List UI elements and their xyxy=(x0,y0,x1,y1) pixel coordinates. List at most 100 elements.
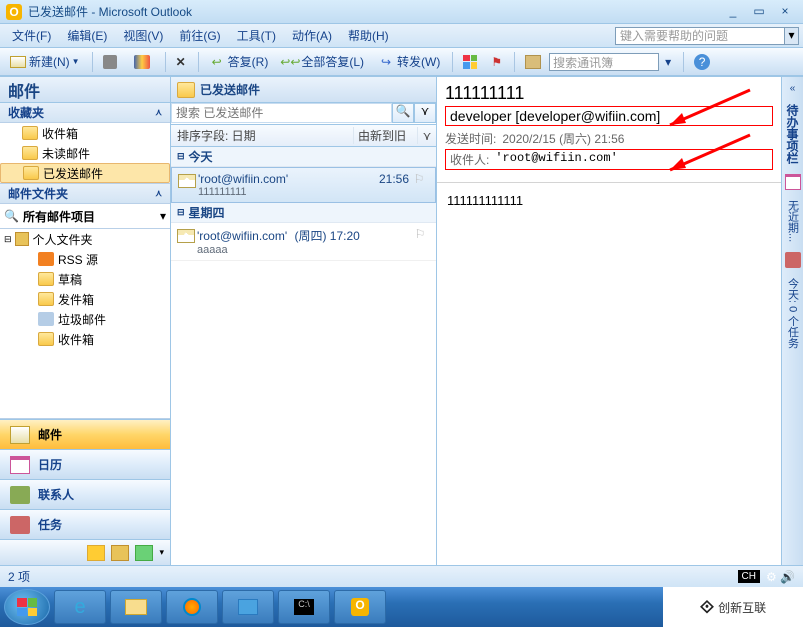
personal-folders[interactable]: ⊟ 个人文件夹 xyxy=(0,229,170,249)
task-mini-icon[interactable] xyxy=(785,252,801,268)
reply-all-icon: ↩↩ xyxy=(282,54,298,70)
search-icon: 🔍 xyxy=(4,209,19,223)
tasks-icon xyxy=(10,516,30,534)
message-row-1[interactable]: 'root@wifiin.com' 111111111 21:56 ⚐ xyxy=(171,167,436,203)
fav-unread[interactable]: 未读邮件 xyxy=(0,143,170,163)
rss-feeds[interactable]: RSS 源 xyxy=(0,249,170,269)
addressbook-icon xyxy=(525,55,541,69)
nav-buttons: 邮件 日历 联系人 任务 ▾ xyxy=(0,419,170,565)
reply-all-button[interactable]: ↩↩全部答复(L) xyxy=(276,51,370,73)
print-button[interactable] xyxy=(97,51,126,73)
group-today[interactable]: ⊟今天 xyxy=(171,147,436,167)
fav-unread-label: 未读邮件 xyxy=(42,145,90,162)
menu-help[interactable]: 帮助(H) xyxy=(340,25,397,46)
todo-bar: « 待办事项栏 无近期... 今天: 0 个任务 xyxy=(781,77,803,565)
nav-contacts-button[interactable]: 联系人 xyxy=(0,479,170,509)
minimize-button[interactable]: _ xyxy=(721,4,745,20)
to-value: 'root@wifiin.com' xyxy=(495,151,617,168)
sort-expand[interactable]: ⋎ xyxy=(418,129,436,143)
reading-from: developer [developer@wifiin.com] xyxy=(445,106,773,126)
taskbar-app1[interactable] xyxy=(222,590,274,624)
configure-buttons[interactable]: ▾ xyxy=(159,547,164,558)
contacts-icon xyxy=(10,486,30,504)
menu-goto[interactable]: 前往(G) xyxy=(171,25,228,46)
maximize-button[interactable]: ▭ xyxy=(747,4,771,20)
notes-shortcut[interactable] xyxy=(87,545,105,561)
forward-button[interactable]: ↪转发(W) xyxy=(372,51,446,73)
all-mail-items[interactable]: 🔍所有邮件项目▾ xyxy=(0,206,170,226)
menu-view[interactable]: 视图(V) xyxy=(115,25,171,46)
message-row-2[interactable]: 'root@wifiin.com' (周四) 17:20 aaaaa ⚐ xyxy=(171,223,436,261)
list-search-input[interactable] xyxy=(171,103,392,123)
reply-button[interactable]: ↩答复(R) xyxy=(203,51,275,73)
junk[interactable]: 垃圾邮件 xyxy=(0,309,170,329)
reply-all-label: 全部答复(L) xyxy=(301,53,364,70)
taskbar-cmd[interactable]: C:\ xyxy=(278,590,330,624)
envelope-icon xyxy=(177,229,195,243)
separator xyxy=(165,52,166,72)
wmp-icon xyxy=(183,598,201,616)
sort-field[interactable]: 排序字段: 日期 xyxy=(171,127,354,144)
msg1-flag[interactable]: ⚐ xyxy=(409,172,429,198)
search-addressbook[interactable]: 搜索通讯簿 xyxy=(549,53,659,71)
list-header: 已发送邮件 xyxy=(171,77,436,103)
start-button[interactable] xyxy=(4,589,50,625)
inbox-folder[interactable]: 收件箱 xyxy=(0,329,170,349)
menu-bar: 文件(F) 编辑(E) 视图(V) 前往(G) 工具(T) 动作(A) 帮助(H… xyxy=(0,24,803,48)
drafts[interactable]: 草稿 xyxy=(0,269,170,289)
msg2-flag[interactable]: ⚐ xyxy=(410,227,430,256)
calendar-mini-icon[interactable] xyxy=(785,174,801,190)
search-dropdown[interactable]: ▾ xyxy=(659,51,677,73)
categories-button[interactable] xyxy=(457,51,483,73)
close-button[interactable]: × xyxy=(773,4,797,20)
taskbar-outlook[interactable]: O xyxy=(334,590,386,624)
ime-indicator[interactable]: CH xyxy=(738,570,760,583)
menu-file[interactable]: 文件(F) xyxy=(4,25,59,46)
new-button[interactable]: 新建(N)▼ xyxy=(4,51,86,73)
separator xyxy=(514,52,515,72)
taskbar-mediaplayer[interactable] xyxy=(166,590,218,624)
help-button[interactable]: ? xyxy=(688,51,716,73)
help-search-box[interactable]: 键入需要帮助的问题 xyxy=(615,27,785,45)
outbox[interactable]: 发件箱 xyxy=(0,289,170,309)
group-thursday[interactable]: ⊟星期四 xyxy=(171,203,436,223)
favorites-header[interactable]: 收藏夹⋏ xyxy=(0,103,170,123)
menu-tools[interactable]: 工具(T) xyxy=(229,25,284,46)
folder-icon xyxy=(38,332,54,346)
flag-button[interactable]: ⚑ xyxy=(485,51,508,73)
envelope-icon xyxy=(178,174,196,188)
nav-tasks-label: 任务 xyxy=(38,516,62,533)
mail-folders-header[interactable]: 邮件文件夹⋏ xyxy=(0,184,170,204)
addressbook-button[interactable] xyxy=(519,51,547,73)
fav-sent[interactable]: 已发送邮件 xyxy=(0,163,170,183)
categorize-button[interactable] xyxy=(128,51,159,73)
nav-calendar-button[interactable]: 日历 xyxy=(0,449,170,479)
reading-body: 111111111111 xyxy=(437,189,781,212)
status-right: CH ⚙ 🔊 xyxy=(738,570,796,584)
delete-button[interactable]: ✕ xyxy=(170,51,192,73)
sort-header[interactable]: 排序字段: 日期 由新到旧 ⋎ xyxy=(171,125,436,147)
folder-icon xyxy=(23,166,39,180)
tray-icons[interactable]: ⚙ 🔊 xyxy=(766,570,795,584)
todo-title[interactable]: 待办事项栏 xyxy=(784,104,801,164)
menu-actions[interactable]: 动作(A) xyxy=(284,25,340,46)
todo-collapse[interactable]: « xyxy=(790,83,796,94)
folder-icon xyxy=(38,292,54,306)
taskbar-ie[interactable]: e xyxy=(54,590,106,624)
help-search-dropdown[interactable]: ▾ xyxy=(785,27,799,45)
status-bar: 2 项 CH ⚙ 🔊 xyxy=(0,565,803,587)
nav-mail-button[interactable]: 邮件 xyxy=(0,419,170,449)
personal-label: 个人文件夹 xyxy=(33,231,93,248)
menu-edit[interactable]: 编辑(E) xyxy=(59,25,115,46)
sort-dir[interactable]: 由新到旧 xyxy=(354,127,418,144)
search-options[interactable]: ⋎ xyxy=(414,103,436,123)
fav-inbox[interactable]: 收件箱 xyxy=(0,123,170,143)
expand-icon[interactable]: ⊟ xyxy=(4,234,12,245)
nav-tasks-button[interactable]: 任务 xyxy=(0,509,170,539)
search-button[interactable]: 🔍 xyxy=(392,103,414,123)
shortcuts[interactable] xyxy=(135,545,153,561)
favorites-label: 收藏夹 xyxy=(8,104,44,121)
separator xyxy=(452,52,453,72)
folder-shortcut[interactable] xyxy=(111,545,129,561)
taskbar-explorer[interactable] xyxy=(110,590,162,624)
